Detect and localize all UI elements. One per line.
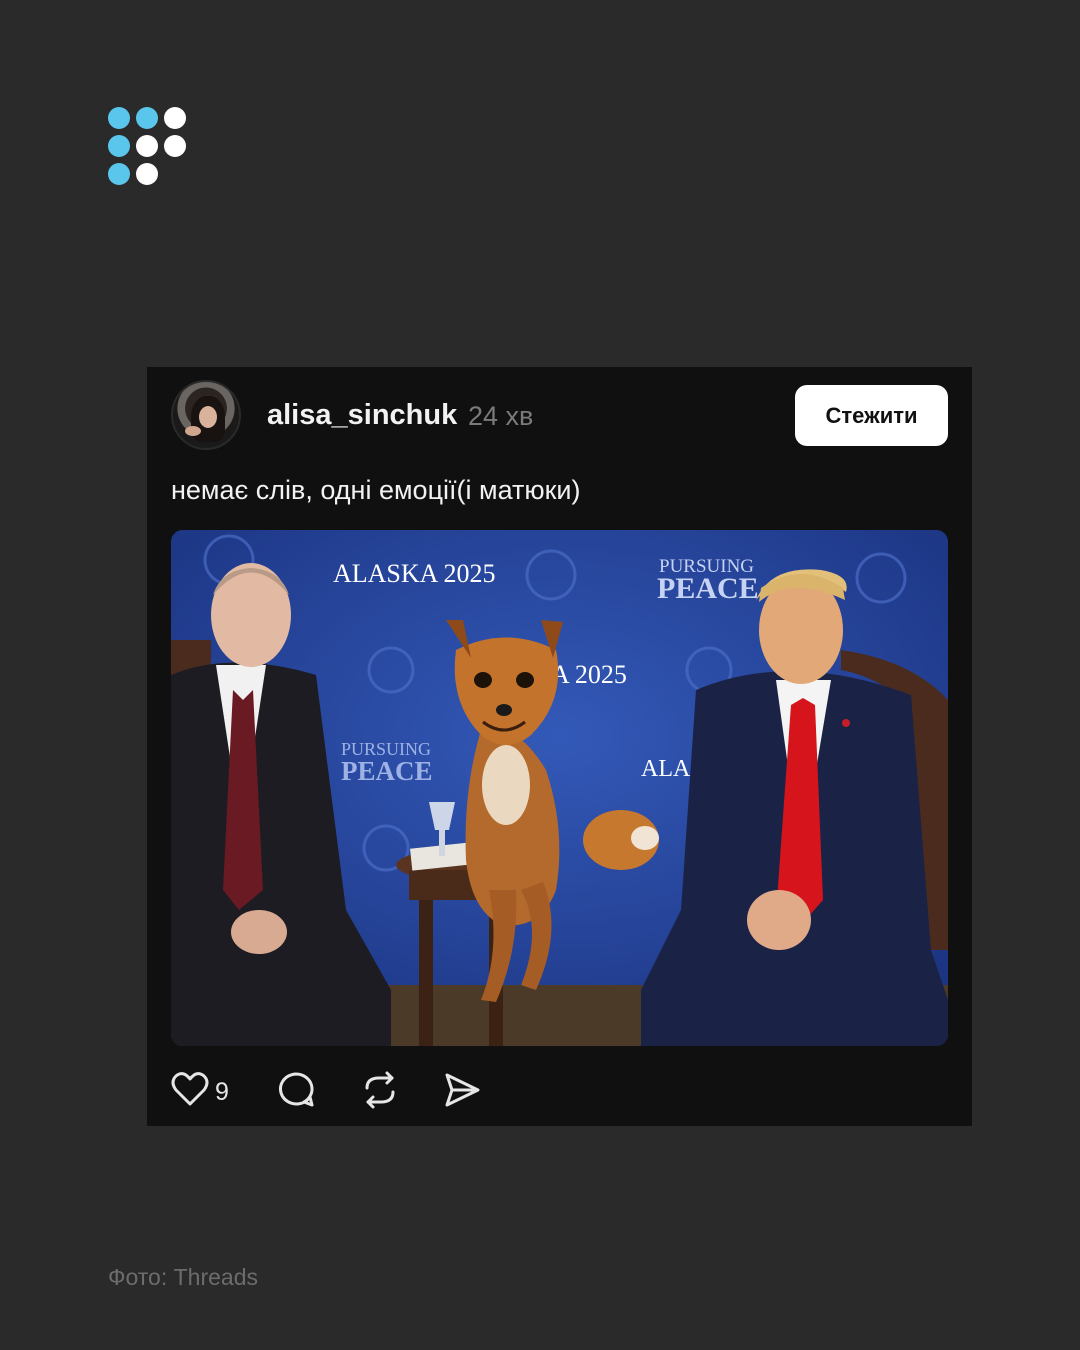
brand-logo <box>108 107 188 187</box>
logo-dot <box>136 107 158 129</box>
logo-dot <box>136 163 158 185</box>
logo-dot <box>108 163 130 185</box>
meme-illustration: ALASKA 2025 PURSUING PEACE A 2025 PURSUI… <box>171 530 948 1046</box>
post-image[interactable]: ALASKA 2025 PURSUING PEACE A 2025 PURSUI… <box>171 530 948 1046</box>
threads-post-card: alisa_sinchuk 24 хв Стежити немає слів, … <box>147 367 972 1126</box>
backdrop-text-alaska: ALASKA 2025 <box>333 559 496 588</box>
backdrop-text-peace: PEACE <box>341 756 433 786</box>
logo-dot <box>136 135 158 157</box>
backdrop-text-alaska: A 2025 <box>551 660 627 689</box>
share-icon[interactable] <box>443 1070 481 1110</box>
photo-credit: Фото: Threads <box>108 1264 258 1290</box>
comment-icon[interactable] <box>277 1070 315 1110</box>
backdrop-text-peace: PEACE <box>657 572 759 605</box>
heart-icon[interactable] <box>171 1070 209 1110</box>
likes-count: 9 <box>215 1078 229 1106</box>
logo-dot <box>108 107 130 129</box>
post-text: немає слів, одні емоції(і матюки) <box>171 475 581 505</box>
avatar[interactable] <box>171 380 241 450</box>
post-time: 24 хв <box>468 401 534 431</box>
follow-button[interactable]: Стежити <box>795 385 948 446</box>
logo-dot <box>164 107 186 129</box>
username[interactable]: alisa_sinchuk <box>267 399 457 432</box>
post-actions: 9 <box>171 1070 511 1116</box>
repost-icon[interactable] <box>361 1070 399 1110</box>
logo-dot <box>108 135 130 157</box>
logo-dot <box>164 135 186 157</box>
